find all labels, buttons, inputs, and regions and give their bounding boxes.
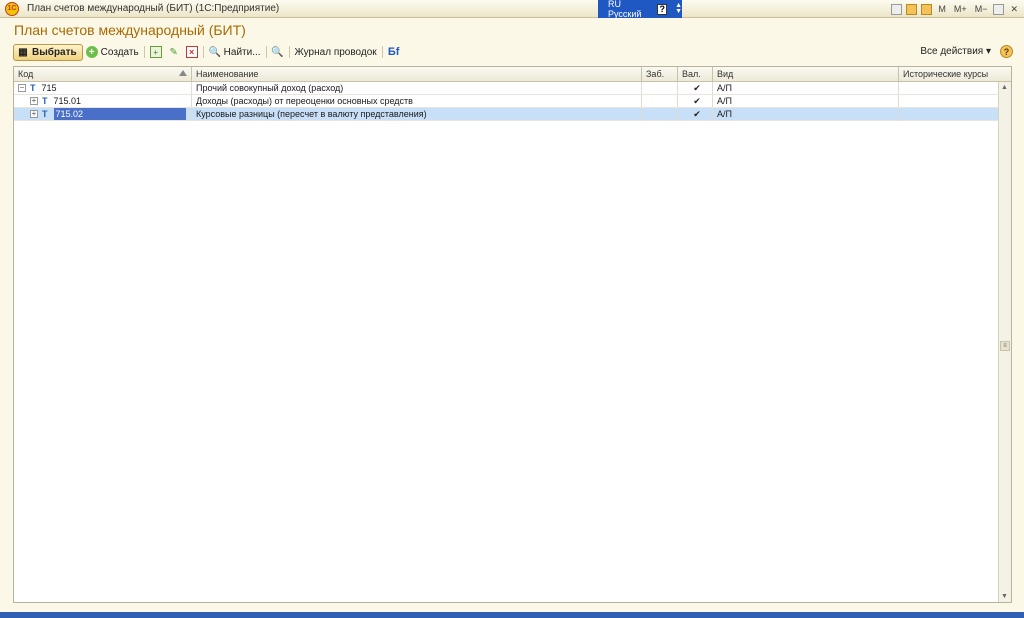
cancel-search-icon: 🔍 <box>271 46 284 58</box>
title-bar: 1С План счетов международный (БИТ) (1С:П… <box>0 0 1024 18</box>
account-type-icon: T <box>42 96 48 106</box>
journal-button[interactable]: Журнал проводок <box>292 44 380 61</box>
help-icon[interactable]: ? <box>657 3 668 15</box>
language-selector[interactable]: RU Русский ? ▲ ▼ <box>598 0 682 19</box>
table-row[interactable]: + T 715.01 Доходы (расходы) от переоценк… <box>14 95 1011 108</box>
journal-label: Журнал проводок <box>294 46 377 58</box>
expand-icon[interactable]: + <box>30 97 38 105</box>
scroll-thumb[interactable]: ≡ <box>1000 341 1010 351</box>
table-row[interactable]: − T 715 Прочий совокупный доход (расход)… <box>14 82 1011 95</box>
historical-rates-cell <box>899 108 997 120</box>
account-type: А/П <box>713 108 899 120</box>
toolbar: ▦ Выбрать + Создать + ✎ × 🔍 Найти... 🔍 Ж… <box>13 43 1013 61</box>
column-header-type[interactable]: Вид <box>713 67 899 81</box>
memory-subtract-button[interactable]: M− <box>973 4 990 14</box>
historical-rates-cell <box>899 82 997 94</box>
bit-report-button[interactable]: Бf <box>385 44 403 61</box>
bit-logo-icon: Бf <box>387 46 400 58</box>
toolbar-separator <box>202 46 204 58</box>
pencil-icon: ✎ <box>169 46 178 58</box>
language-spin-icon[interactable]: ▲ ▼ <box>675 2 682 15</box>
all-actions-menu[interactable]: Все действия ▾ <box>920 43 991 60</box>
check-icon: ✔ <box>693 96 701 106</box>
copy-icon: + <box>149 46 162 58</box>
sort-ascending-icon <box>179 70 187 76</box>
edit-button[interactable]: ✎ <box>165 44 183 61</box>
copy-button[interactable]: + <box>147 44 165 61</box>
close-icon[interactable]: ✕ <box>1008 4 1020 15</box>
account-type-icon: T <box>30 83 36 93</box>
search-icon: 🔍 <box>208 46 221 58</box>
expand-icon[interactable]: + <box>30 110 38 118</box>
select-label: Выбрать <box>32 46 77 58</box>
plus-icon: + <box>85 46 98 58</box>
offbalance-cell <box>642 95 678 107</box>
table-header: Код Наименование Заб. Вал. Вид Историчес… <box>14 67 1011 82</box>
account-code: 715.01 <box>53 96 82 106</box>
restore-window-icon[interactable] <box>993 3 1005 15</box>
find-label: Найти... <box>223 46 261 58</box>
check-icon: ✔ <box>693 109 701 119</box>
find-button[interactable]: 🔍 Найти... <box>206 44 264 61</box>
column-header-currency[interactable]: Вал. <box>678 67 713 81</box>
account-code: 715.02 <box>53 108 186 120</box>
delete-icon: × <box>185 46 198 58</box>
account-name: Курсовые разницы (пересчет в валюту пред… <box>192 108 642 120</box>
toolbar-separator <box>265 46 267 58</box>
account-name: Прочий совокупный доход (расход) <box>192 82 642 94</box>
create-label: Создать <box>100 46 139 58</box>
memory-add-button[interactable]: M+ <box>952 4 969 14</box>
account-type-icon: T <box>42 109 48 119</box>
select-button[interactable]: ▦ Выбрать <box>13 43 83 61</box>
help-button[interactable]: ? <box>1000 45 1013 58</box>
window-controls: M M+ M− ✕ <box>891 0 1020 18</box>
app-logo-icon[interactable]: 1С <box>5 1 19 16</box>
column-header-code[interactable]: Код <box>14 67 192 81</box>
offbalance-cell <box>642 82 678 94</box>
column-header-offbalance[interactable]: Заб. <box>642 67 678 81</box>
toolbar-separator <box>288 46 290 58</box>
window-title: План счетов международный (БИТ) (1С:Пред… <box>27 3 280 14</box>
scroll-up-icon[interactable]: ▲ <box>1001 84 1008 91</box>
account-name: Доходы (расходы) от переоценки основных … <box>192 95 642 107</box>
toolbar-separator <box>143 46 145 58</box>
collapse-icon[interactable]: − <box>18 84 26 92</box>
scroll-down-icon[interactable]: ▼ <box>1001 593 1008 600</box>
select-icon: ▦ <box>18 46 28 58</box>
account-code: 715 <box>41 83 57 93</box>
offbalance-cell <box>642 108 678 120</box>
column-header-name[interactable]: Наименование <box>192 67 642 81</box>
table-row-selected[interactable]: + T 715.02 Курсовые разницы (пересчет в … <box>14 108 1011 121</box>
column-header-historical-rates[interactable]: Исторические курсы <box>899 67 997 81</box>
cancel-search-button[interactable]: 🔍 <box>269 44 287 61</box>
account-type: А/П <box>713 95 899 107</box>
memory-button[interactable]: M <box>936 4 948 14</box>
check-icon: ✔ <box>693 83 701 93</box>
create-button[interactable]: + Создать <box>83 44 142 61</box>
taskbar-strip <box>0 612 1024 618</box>
calculator-icon[interactable] <box>921 3 933 15</box>
vertical-scrollbar[interactable]: ▲ ≡ ▼ <box>998 82 1011 602</box>
calendar-icon[interactable] <box>906 3 918 15</box>
language-label: RU Русский <box>608 0 642 19</box>
delete-mark-button[interactable]: × <box>183 44 201 61</box>
account-type: А/П <box>713 82 899 94</box>
clipboard-icon[interactable] <box>891 3 903 15</box>
historical-rates-cell <box>899 95 997 107</box>
toolbar-separator <box>381 46 383 58</box>
page-title: План счетов международный (БИТ) <box>14 22 246 38</box>
accounts-table: Код Наименование Заб. Вал. Вид Историчес… <box>13 66 1012 603</box>
